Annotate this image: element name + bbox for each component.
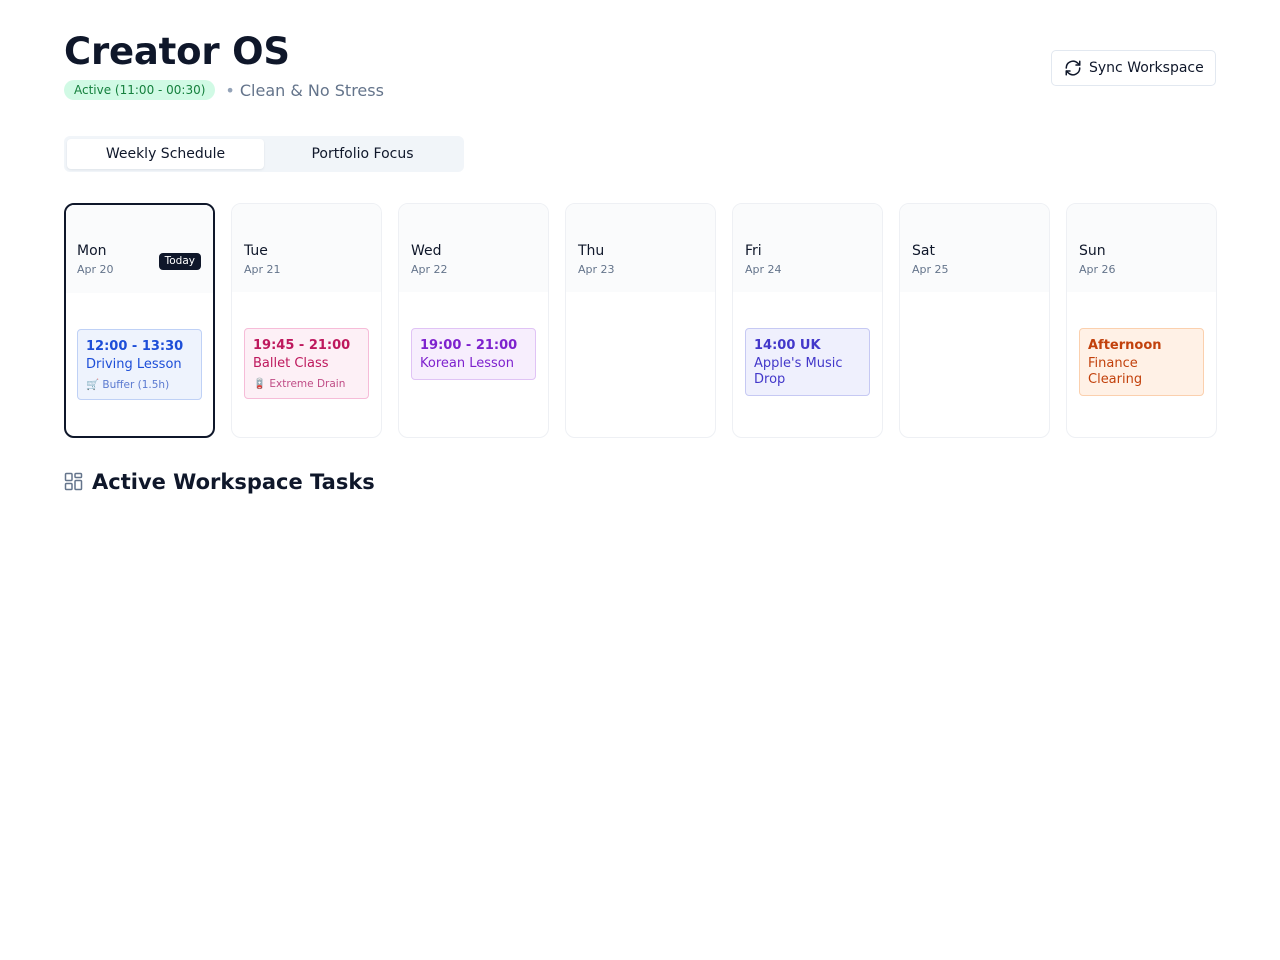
day-header: Fri Apr 24 bbox=[733, 204, 882, 292]
status-badge: Active (11:00 - 00:30) bbox=[64, 80, 216, 100]
status-line: Active (11:00 - 00:30) • Clean & No Stre… bbox=[64, 80, 384, 100]
day-header: Wed Apr 22 bbox=[399, 204, 548, 292]
day-card-wed[interactable]: Wed Apr 22 19:00 - 21:00 Korean Lesson bbox=[398, 203, 549, 438]
event-time: 12:00 - 13:30 bbox=[86, 339, 184, 354]
day-name: Fri bbox=[745, 243, 762, 259]
page-title: Creator OS bbox=[64, 30, 290, 73]
day-header: Tue Apr 21 bbox=[232, 204, 381, 292]
day-header: Thu Apr 23 bbox=[566, 204, 715, 292]
grid-icon bbox=[64, 472, 83, 491]
day-card-tue[interactable]: Tue Apr 21 19:45 - 21:00 Ballet Class 🪫 … bbox=[231, 203, 382, 438]
day-card-fri[interactable]: Fri Apr 24 14:00 UK Apple's Music Drop bbox=[732, 203, 883, 438]
day-header: Mon Apr 20 Today bbox=[66, 205, 213, 293]
mood-text: Clean & No Stress bbox=[239, 80, 384, 100]
day-card-thu[interactable]: Thu Apr 23 bbox=[565, 203, 716, 438]
event-time: 19:00 - 21:00 bbox=[420, 338, 518, 353]
day-card-sat[interactable]: Sat Apr 25 bbox=[899, 203, 1050, 438]
day-card-mon[interactable]: Mon Apr 20 Today 12:00 - 13:30 Driving L… bbox=[64, 203, 215, 438]
sync-workspace-button[interactable]: Sync Workspace bbox=[1051, 50, 1216, 86]
event-card[interactable]: 14:00 UK Apple's Music Drop bbox=[745, 328, 870, 396]
event-card[interactable]: 19:00 - 21:00 Korean Lesson bbox=[411, 328, 536, 380]
tab-portfolio-focus[interactable]: Portfolio Focus bbox=[264, 139, 461, 169]
event-note: 🪫 Extreme Drain bbox=[253, 378, 346, 390]
page-header: Creator OS Active (11:00 - 00:30) • Clea… bbox=[64, 30, 384, 100]
event-note: 🛒 Buffer (1.5h) bbox=[86, 379, 170, 391]
day-card-sun[interactable]: Sun Apr 26 Afternoon Finance Clearing bbox=[1066, 203, 1217, 438]
day-header: Sun Apr 26 bbox=[1067, 204, 1216, 292]
event-time: 14:00 UK bbox=[754, 338, 821, 353]
day-header: Sat Apr 25 bbox=[900, 204, 1049, 292]
day-name: Sat bbox=[912, 243, 935, 259]
day-date: Apr 22 bbox=[411, 263, 448, 276]
day-date: Apr 25 bbox=[912, 263, 949, 276]
event-title: Finance Clearing bbox=[1088, 356, 1143, 387]
event-time: 19:45 - 21:00 bbox=[253, 338, 351, 353]
event-title: Korean Lesson bbox=[420, 356, 514, 371]
day-name: Wed bbox=[411, 243, 442, 259]
separator: • bbox=[225, 80, 235, 100]
view-tabs: Weekly Schedule Portfolio Focus bbox=[64, 136, 464, 172]
week-grid: Mon Apr 20 Today 12:00 - 13:30 Driving L… bbox=[64, 203, 1217, 438]
day-name: Tue bbox=[244, 243, 268, 259]
tasks-section-header: Active Workspace Tasks bbox=[64, 470, 375, 494]
refresh-icon bbox=[1065, 60, 1081, 76]
day-date: Apr 24 bbox=[745, 263, 782, 276]
section-title: Active Workspace Tasks bbox=[92, 470, 375, 494]
sync-button-label: Sync Workspace bbox=[1089, 60, 1204, 76]
event-card[interactable]: Afternoon Finance Clearing bbox=[1079, 328, 1204, 396]
event-card[interactable]: 19:45 - 21:00 Ballet Class 🪫 Extreme Dra… bbox=[244, 328, 369, 399]
event-title: Apple's Music Drop bbox=[754, 356, 843, 387]
event-title: Ballet Class bbox=[253, 356, 329, 371]
event-time: Afternoon bbox=[1088, 338, 1162, 353]
event-title: Driving Lesson bbox=[86, 357, 182, 372]
today-badge: Today bbox=[158, 253, 201, 270]
day-name: Thu bbox=[578, 243, 605, 259]
day-date: Apr 26 bbox=[1079, 263, 1116, 276]
tab-weekly-schedule[interactable]: Weekly Schedule bbox=[67, 139, 264, 169]
event-card[interactable]: 12:00 - 13:30 Driving Lesson 🛒 Buffer (1… bbox=[77, 329, 202, 400]
day-date: Apr 23 bbox=[578, 263, 615, 276]
day-name: Sun bbox=[1079, 243, 1106, 259]
day-date: Apr 21 bbox=[244, 263, 281, 276]
